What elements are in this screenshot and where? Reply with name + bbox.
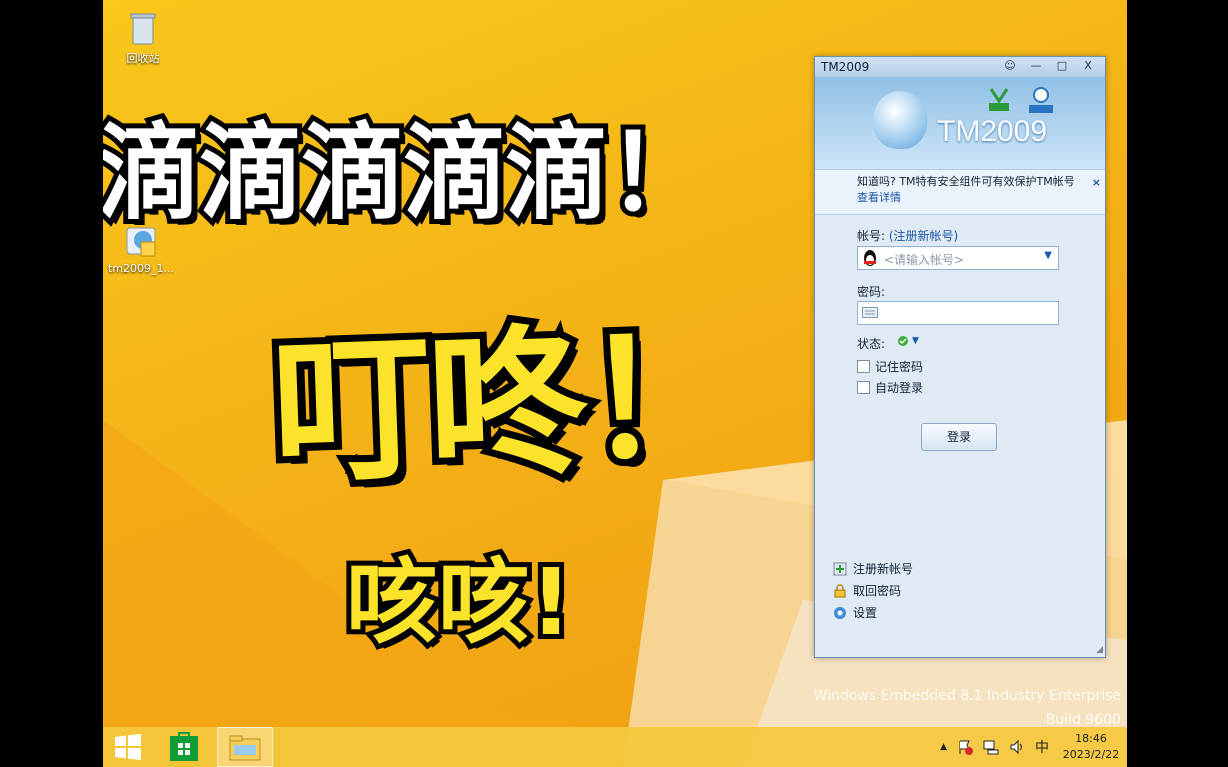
online-status-icon bbox=[898, 336, 908, 346]
skin-icon[interactable]: ☺ bbox=[997, 58, 1023, 74]
checkbox-box bbox=[857, 360, 870, 373]
store-icon bbox=[170, 732, 198, 761]
login-button[interactable]: 登录 bbox=[921, 423, 997, 451]
security-notice: 知道吗? TM特有安全组件可有效保护TM帐号 查看详情 × bbox=[815, 169, 1105, 215]
penguin-logo-icon bbox=[873, 91, 927, 149]
remember-password-checkbox[interactable]: 记住密码 bbox=[857, 358, 923, 375]
window-titlebar[interactable]: TM2009 ☺ — □ X bbox=[815, 57, 1105, 77]
os-watermark: Windows Embedded 8.1 Industry Enterprise… bbox=[814, 684, 1121, 732]
checkbox-box bbox=[857, 381, 870, 394]
keyboard-icon[interactable] bbox=[862, 307, 878, 319]
recycle-bin-label: 回收站 bbox=[126, 52, 160, 65]
notice-text: 知道吗? TM特有安全组件可有效保护TM帐号 bbox=[857, 175, 1075, 188]
desktop: 回收站 tm2009_1... 滴滴滴滴滴！ 叮咚！ 咳咳! Windows E… bbox=[103, 0, 1127, 767]
resize-grip-icon[interactable]: ◢ bbox=[1096, 645, 1103, 655]
settings-icon bbox=[834, 606, 846, 619]
status-label: 状态: bbox=[857, 337, 886, 351]
clock[interactable]: 18:46 2023/2/22 bbox=[1055, 731, 1127, 763]
overlay-title-2: 叮咚！ bbox=[261, 296, 749, 513]
taskbar: ▲ 中 18:46 2023/2/22 bbox=[103, 727, 1127, 767]
expo-logo-icon bbox=[989, 88, 1009, 111]
account-label: 帐号: bbox=[857, 229, 886, 243]
auto-login-checkbox[interactable]: 自动登录 bbox=[857, 379, 923, 396]
tm-login-window: TM2009 ☺ — □ X TM2009 知道吗? TM特有安全组件可有效保护… bbox=[814, 56, 1106, 658]
account-label-row: 帐号: (注册新帐号) bbox=[857, 227, 958, 244]
ime-indicator[interactable]: 中 bbox=[1035, 737, 1049, 757]
recycle-bin-icon[interactable]: 回收站 bbox=[105, 8, 181, 66]
watermark-line-1: Windows Embedded 8.1 Industry Enterprise bbox=[813, 688, 1121, 704]
lock-icon bbox=[834, 583, 846, 597]
tencent-logo-icon bbox=[1029, 87, 1053, 113]
action-center-flag-icon[interactable] bbox=[957, 739, 973, 755]
file-explorer-button[interactable] bbox=[217, 727, 273, 767]
dropdown-arrow-icon[interactable]: ▼ bbox=[1044, 250, 1052, 261]
system-tray: ▲ 中 18:46 2023/2/22 bbox=[940, 727, 1127, 767]
minimize-button[interactable]: — bbox=[1023, 58, 1049, 74]
clock-date: 2023/2/22 bbox=[1062, 748, 1120, 761]
maximize-button[interactable]: □ bbox=[1049, 58, 1075, 74]
tm-installer-label: tm2009_1... bbox=[107, 262, 174, 275]
overlay-title-1: 滴滴滴滴滴！ bbox=[103, 107, 716, 239]
clock-time: 18:46 bbox=[1075, 732, 1107, 745]
network-icon[interactable] bbox=[983, 739, 999, 755]
account-input[interactable]: <请输入帐号> ▼ bbox=[857, 246, 1059, 270]
auto-login-label: 自动登录 bbox=[875, 381, 924, 395]
register-account-label: 注册新帐号 bbox=[853, 562, 914, 576]
qq-penguin-icon bbox=[864, 250, 876, 266]
close-button[interactable]: X bbox=[1075, 58, 1101, 74]
show-hidden-icons-icon[interactable]: ▲ bbox=[940, 742, 947, 752]
register-account-link[interactable]: 注册新帐号 bbox=[833, 560, 913, 577]
settings-link[interactable]: 设置 bbox=[833, 604, 877, 621]
password-label: 密码: bbox=[857, 285, 886, 299]
windows-logo-icon bbox=[115, 734, 141, 760]
recover-password-link[interactable]: 取回密码 bbox=[833, 582, 901, 599]
notice-details-link[interactable]: 查看详情 bbox=[857, 191, 901, 204]
tm-logo-text: TM2009 bbox=[937, 115, 1048, 148]
window-title: TM2009 bbox=[821, 60, 870, 74]
notice-close-icon[interactable]: × bbox=[1092, 175, 1101, 191]
remember-password-label: 记住密码 bbox=[875, 360, 924, 374]
account-placeholder: <请输入帐号> bbox=[884, 253, 965, 267]
register-link[interactable]: (注册新帐号) bbox=[889, 229, 958, 243]
store-button[interactable] bbox=[159, 727, 209, 767]
tm-banner: TM2009 bbox=[815, 77, 1105, 169]
password-input[interactable] bbox=[857, 301, 1059, 325]
status-dropdown-icon: ▼ bbox=[912, 336, 919, 346]
settings-label: 设置 bbox=[853, 606, 878, 620]
volume-icon[interactable] bbox=[1009, 739, 1025, 755]
folder-icon bbox=[229, 735, 261, 761]
add-user-icon bbox=[833, 562, 847, 575]
start-button[interactable] bbox=[103, 727, 153, 767]
status-selector[interactable]: ▼ bbox=[897, 335, 919, 347]
trash-icon bbox=[130, 13, 156, 45]
overlay-title-3: 咳咳! bbox=[341, 544, 577, 661]
recover-password-label: 取回密码 bbox=[853, 584, 902, 598]
